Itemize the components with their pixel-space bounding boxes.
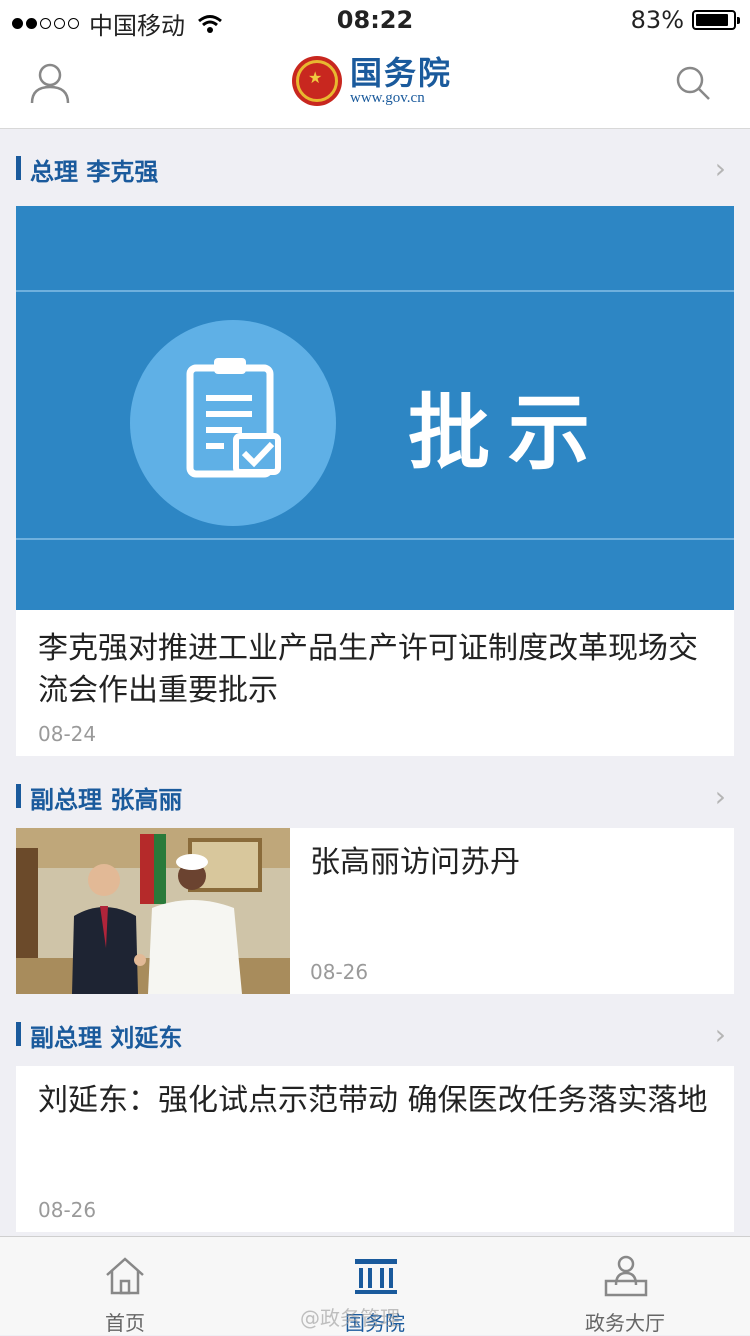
chevron-right-icon: › xyxy=(714,1018,726,1051)
tab-label: 首页 xyxy=(105,1311,145,1335)
section-header-vice-premier-zhang[interactable]: 副总理 张高丽 › xyxy=(0,766,750,826)
chevron-right-icon: › xyxy=(714,780,726,813)
article-title: 李克强对推进工业产品生产许可证制度改革现场交流会作出重要批示 xyxy=(38,631,698,708)
tab-home[interactable]: 首页 xyxy=(0,1237,250,1335)
watermark: @政务管理 xyxy=(300,1306,400,1330)
tab-service-hall[interactable]: 政务大厅 xyxy=(500,1237,750,1335)
article-image: 批示 xyxy=(16,206,734,610)
section-marker xyxy=(16,784,21,808)
battery-icon xyxy=(692,10,740,30)
section-header-vice-premier-liu[interactable]: 副总理 刘延东 › xyxy=(0,1004,750,1064)
article-card[interactable]: 刘延东：强化试点示范带动 确保医改任务落实落地 08-26 xyxy=(16,1066,734,1232)
section-header-premier[interactable]: 总理 李克强 › xyxy=(0,138,750,198)
app-header: ★ 国务院 www.gov.cn xyxy=(0,40,750,129)
home-icon xyxy=(106,1257,144,1295)
article-date: 08-24 xyxy=(38,722,97,746)
clipboard-icon xyxy=(186,358,281,478)
article-card[interactable]: 张高丽访问苏丹 08-26 xyxy=(16,828,734,994)
service-hall-icon xyxy=(604,1255,648,1297)
section-title: 副总理 张高丽 xyxy=(30,786,183,814)
section-marker xyxy=(16,1022,21,1046)
section-title: 总理 李克强 xyxy=(30,158,159,186)
chevron-right-icon: › xyxy=(714,152,726,185)
gov-logo: ★ 国务院 www.gov.cn xyxy=(292,56,452,106)
article-title: 刘延东：强化试点示范带动 确保医改任务落实落地 xyxy=(38,1083,708,1118)
battery-percent: 83% xyxy=(630,6,684,34)
national-emblem-icon: ★ xyxy=(292,56,342,106)
section-title: 副总理 刘延东 xyxy=(30,1024,183,1052)
logo-url: www.gov.cn xyxy=(350,90,425,106)
section-marker xyxy=(16,156,21,180)
article-date: 08-26 xyxy=(310,960,369,984)
article-card[interactable]: 批示 李克强对推进工业产品生产许可证制度改革现场交流会作出重要批示 08-24 xyxy=(16,206,734,756)
search-button[interactable] xyxy=(674,64,712,106)
tab-label: 政务大厅 xyxy=(585,1311,665,1335)
user-icon xyxy=(30,63,70,104)
article-date: 08-26 xyxy=(38,1198,97,1222)
government-building-icon xyxy=(355,1259,397,1294)
article-photo xyxy=(16,828,290,994)
logo-title: 国务院 xyxy=(350,54,453,92)
search-icon xyxy=(676,66,710,100)
image-caption: 批示 xyxy=(408,386,609,481)
status-bar: 中国移动 08:22 83% xyxy=(0,0,750,40)
user-profile-button[interactable] xyxy=(30,62,70,108)
article-title: 张高丽访问苏丹 xyxy=(310,845,520,880)
